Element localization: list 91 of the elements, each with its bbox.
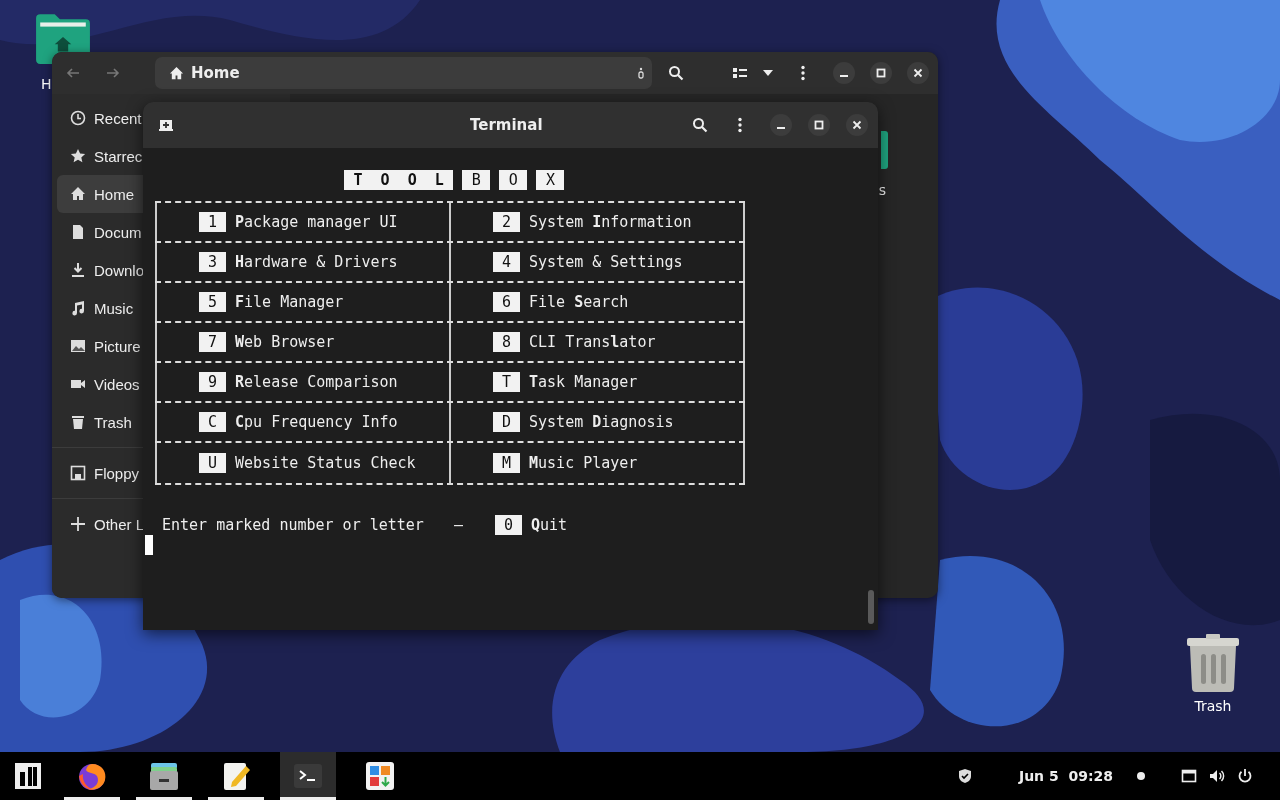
menu-key: 7	[199, 332, 227, 352]
menu-key: 1	[199, 212, 227, 232]
maximize-icon	[876, 68, 886, 78]
menu-option: Cpu Frequency Info	[235, 412, 398, 432]
menu-key: T	[493, 372, 521, 392]
menu-option: CLI Translator	[529, 332, 656, 352]
sidebar-item[interactable]: Picture	[57, 327, 143, 365]
shield-icon[interactable]	[956, 768, 973, 784]
power-icon[interactable]	[1237, 768, 1253, 784]
home-icon	[169, 65, 184, 81]
music-note-icon	[70, 300, 86, 316]
new-tab-icon[interactable]	[158, 117, 174, 133]
sidebar-item[interactable]: Trash	[57, 403, 143, 441]
search-icon[interactable]	[668, 65, 684, 81]
sidebar-item[interactable]: Floppy	[57, 454, 143, 492]
app-grid-icon	[364, 760, 396, 792]
path-bar[interactable]: Home	[155, 57, 652, 89]
menu-option: Hardware & Drivers	[235, 252, 398, 272]
notification-dot-icon[interactable]	[1137, 772, 1145, 780]
text-cursor	[145, 535, 153, 555]
path-action-icon[interactable]	[638, 67, 644, 79]
menu-option: Website Status Check	[235, 453, 416, 473]
close-button[interactable]	[907, 62, 929, 84]
menu-key: D	[493, 412, 521, 432]
trash-icon	[70, 414, 86, 430]
sidebar-item[interactable]: Home	[57, 175, 143, 213]
plus-icon	[70, 516, 86, 532]
menu-key: C	[199, 412, 227, 432]
search-icon[interactable]	[692, 117, 708, 133]
close-button[interactable]	[846, 114, 868, 136]
minimize-icon	[840, 75, 848, 77]
banner-letter: T O O L	[344, 170, 454, 190]
maximize-button[interactable]	[808, 114, 830, 136]
menu-option: File Search	[529, 292, 629, 312]
sidebar-item[interactable]: Recent	[57, 99, 143, 137]
desktop-icon-label[interactable]: H	[41, 76, 52, 92]
minimize-button[interactable]	[833, 62, 855, 84]
minimize-icon	[777, 127, 785, 129]
clock[interactable]: Jun 5 09:28	[1018, 768, 1113, 784]
window-title: Terminal	[470, 116, 544, 134]
volume-icon[interactable]	[1209, 768, 1225, 784]
taskbar-app[interactable]	[280, 752, 336, 800]
menu-key: 0	[494, 515, 522, 535]
menu-key: 4	[493, 252, 521, 272]
star-icon	[70, 148, 86, 164]
file-cabinet-icon	[148, 760, 180, 792]
trash-can-icon[interactable]	[1186, 634, 1240, 692]
menu-option: Task Manager	[529, 372, 638, 392]
close-icon	[852, 120, 862, 130]
sidebar-item[interactable]: Downlo	[57, 251, 143, 289]
menu-key: 5	[199, 292, 227, 312]
sidebar-item[interactable]: Docum	[57, 213, 143, 251]
start-menu-icon[interactable]	[14, 762, 42, 790]
menu-option: System Information	[529, 212, 692, 232]
close-icon	[913, 68, 923, 78]
desktop-icon-label[interactable]: Trash	[1194, 698, 1232, 714]
banner-letter: B	[462, 170, 491, 190]
menu-option: System Diagnosis	[529, 412, 674, 432]
document-icon	[70, 224, 86, 240]
display-icon[interactable]	[1181, 768, 1197, 784]
banner-letter: X	[536, 170, 565, 190]
maximize-icon	[814, 120, 824, 130]
sidebar-item[interactable]: Music	[57, 289, 143, 327]
sidebar-item[interactable]: Videos	[57, 365, 143, 403]
menu-key: 8	[493, 332, 521, 352]
menu-key: M	[493, 453, 521, 473]
menu-option: Package manager UI	[235, 212, 398, 232]
list-view-icon[interactable]	[732, 65, 748, 81]
download-icon	[70, 262, 86, 278]
banner-letter: O	[499, 170, 528, 190]
menu-key: 6	[493, 292, 521, 312]
dash: –	[453, 515, 463, 535]
prompt-text: Enter marked number or letter	[162, 515, 424, 535]
home-icon	[70, 186, 86, 202]
menu-option: Music Player	[529, 453, 638, 473]
scrollbar[interactable]	[868, 590, 874, 624]
menu-key: 9	[199, 372, 227, 392]
image-icon	[70, 338, 86, 354]
menu-option: System & Settings	[529, 252, 683, 272]
folder-label[interactable]: s	[878, 182, 886, 198]
menu-option: Web Browser	[235, 332, 335, 352]
menu-option: Quit	[530, 515, 568, 535]
menu-key: 2	[493, 212, 521, 232]
menu-key: U	[199, 453, 227, 473]
menu-key: 3	[199, 252, 227, 272]
sidebar-item[interactable]: Starrec	[57, 137, 143, 175]
menu-option: File Manager	[235, 292, 344, 312]
maximize-button[interactable]	[870, 62, 892, 84]
minimize-button[interactable]	[770, 114, 792, 136]
clock-icon	[70, 110, 86, 126]
menu-option: Release Comparison	[235, 372, 398, 392]
